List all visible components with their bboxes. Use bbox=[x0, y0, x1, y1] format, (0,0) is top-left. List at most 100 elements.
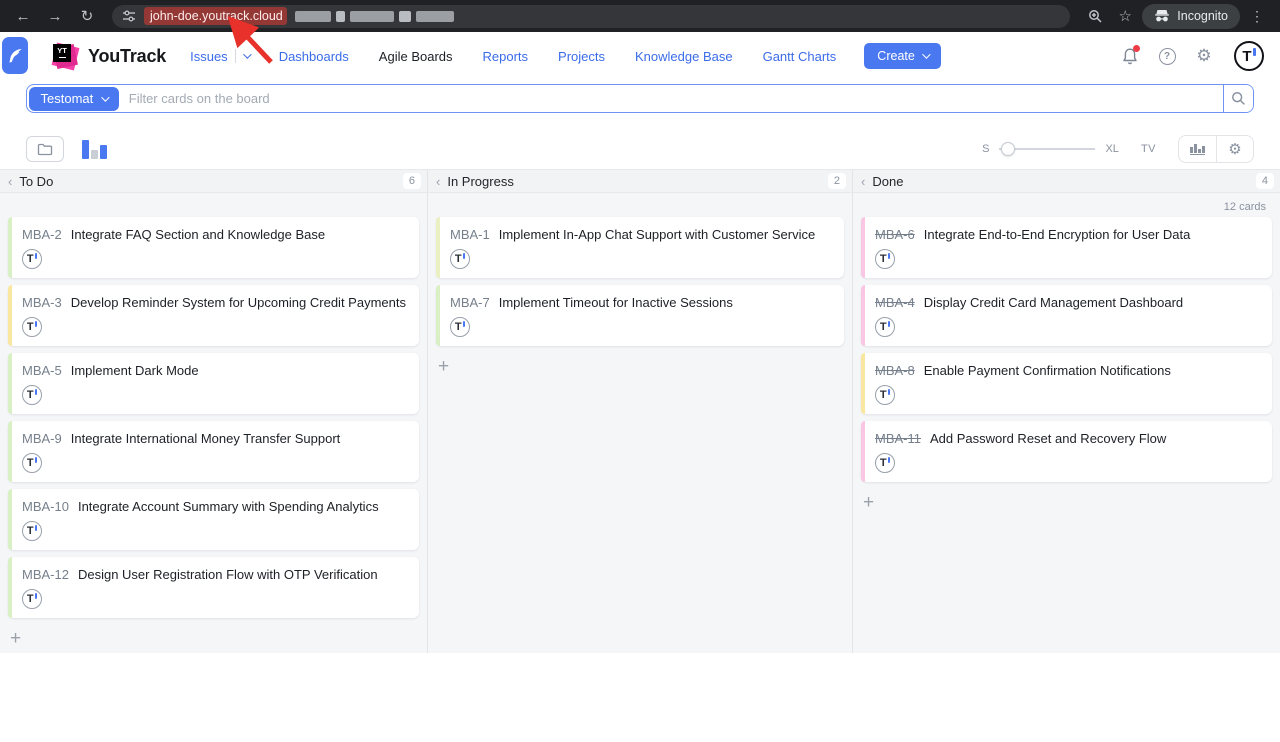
incognito-icon bbox=[1154, 9, 1170, 23]
avatar-accent bbox=[35, 253, 37, 259]
issue-card[interactable]: MBA-12Design User Registration Flow with… bbox=[8, 557, 419, 618]
assignee-avatar: T bbox=[875, 453, 895, 473]
nav-knowledge-base[interactable]: Knowledge Base bbox=[635, 49, 733, 64]
extension-sidebar-button[interactable] bbox=[2, 37, 28, 74]
issue-card[interactable]: MBA-4Display Credit Card Management Dash… bbox=[861, 285, 1272, 346]
main-nav: Issues Dashboards Agile Boards Reports Proje… bbox=[190, 49, 836, 64]
column-done: MBA-6Integrate End-to-End Encryption for… bbox=[853, 193, 1280, 653]
browser-reload-button[interactable]: ↻ bbox=[74, 3, 100, 29]
card-header: MBA-11Add Password Reset and Recovery Fl… bbox=[875, 431, 1260, 446]
nav-dashboards[interactable]: Dashboards bbox=[279, 49, 349, 64]
tv-mode-button[interactable]: TV bbox=[1141, 143, 1156, 155]
card-size-max-label: XL bbox=[1105, 143, 1118, 155]
youtrack-logo[interactable]: YT bbox=[52, 43, 79, 70]
issue-card[interactable]: MBA-7 Implement Timeout for Inactive Sess… bbox=[436, 285, 844, 346]
avatar-accent bbox=[888, 321, 890, 327]
card-size-slider[interactable] bbox=[999, 142, 1095, 156]
folder-icon bbox=[37, 143, 53, 156]
card-size-min-label: S bbox=[982, 143, 989, 155]
bookmark-star-icon[interactable]: ☆ bbox=[1112, 3, 1138, 29]
issue-card[interactable]: MBA-11Add Password Reset and Recovery Fl… bbox=[861, 421, 1272, 482]
url-text[interactable]: john-doe.youtrack.cloud bbox=[144, 7, 287, 25]
nav-reports[interactable]: Reports bbox=[483, 49, 529, 64]
browser-forward-button[interactable]: → bbox=[42, 3, 68, 29]
notifications-bell-icon[interactable] bbox=[1119, 45, 1141, 67]
column-header-done: ‹ Done 4 bbox=[853, 170, 1280, 192]
card-header: MBA-6Integrate End-to-End Encryption for… bbox=[875, 227, 1260, 242]
issue-card[interactable]: MBA-10Integrate Account Summary with Spe… bbox=[8, 489, 419, 550]
filter-cards-input[interactable] bbox=[121, 85, 1223, 112]
assignee-avatar: T bbox=[22, 317, 42, 337]
card-id: MBA-10 bbox=[22, 499, 69, 514]
card-id: MBA-9 bbox=[22, 431, 62, 446]
card-title: Implement In-App Chat Support with Custo… bbox=[499, 227, 815, 242]
chart-button[interactable] bbox=[1179, 136, 1216, 162]
nav-projects[interactable]: Projects bbox=[558, 49, 605, 64]
card-header: MBA-2Integrate FAQ Section and Knowledge… bbox=[22, 227, 407, 242]
add-card-button[interactable]: + bbox=[8, 625, 28, 652]
board-view-buttons: ⚙ bbox=[1178, 135, 1254, 163]
assignee-avatar: T bbox=[22, 589, 42, 609]
collapse-column-icon[interactable]: ‹ bbox=[861, 174, 865, 189]
browser-back-button[interactable]: ← bbox=[10, 3, 36, 29]
collapse-column-icon[interactable]: ‹ bbox=[8, 174, 12, 189]
chevron-down-icon[interactable] bbox=[243, 50, 251, 58]
site-info-icon[interactable] bbox=[122, 9, 136, 23]
card-header: MBA-10Integrate Account Summary with Spe… bbox=[22, 499, 407, 514]
assignee-avatar: T bbox=[450, 317, 470, 337]
issue-card[interactable]: MBA-8Enable Payment Confirmation Notific… bbox=[861, 353, 1272, 414]
user-avatar[interactable]: T bbox=[1234, 41, 1264, 71]
column-header-to-do: ‹To Do6 bbox=[0, 170, 428, 192]
nav-label: Agile Boards bbox=[379, 49, 453, 64]
card-id: MBA-4 bbox=[875, 295, 915, 310]
column-title: Done bbox=[872, 174, 903, 189]
backlog-folder-button[interactable] bbox=[26, 136, 64, 162]
card-id: MBA-12 bbox=[22, 567, 69, 582]
url-redacted bbox=[295, 11, 454, 22]
nav-issues[interactable]: Issues bbox=[190, 49, 249, 64]
board-settings-button[interactable]: ⚙ bbox=[1216, 136, 1253, 162]
nav-gantt-charts[interactable]: Gantt Charts bbox=[763, 49, 837, 64]
browser-bar: ← → ↻ john-doe.youtrack.cloud ☆ bbox=[0, 0, 1280, 32]
assignee-avatar: T bbox=[22, 521, 42, 541]
help-icon[interactable]: ? bbox=[1156, 45, 1178, 67]
card-title: Integrate FAQ Section and Knowledge Base bbox=[71, 227, 325, 242]
nav-label: Dashboards bbox=[279, 49, 349, 64]
card-header: MBA-9Integrate International Money Trans… bbox=[22, 431, 407, 446]
issue-card[interactable]: MBA-6Integrate End-to-End Encryption for… bbox=[861, 217, 1272, 278]
slider-knob[interactable] bbox=[1001, 142, 1015, 156]
card-header: MBA-12Design User Registration Flow with… bbox=[22, 567, 407, 582]
zoom-icon[interactable] bbox=[1082, 3, 1108, 29]
address-bar[interactable]: john-doe.youtrack.cloud bbox=[112, 5, 1070, 28]
card-title: Implement Timeout for Inactive Sessions bbox=[499, 295, 733, 310]
issue-card[interactable]: MBA-1Implement In-App Chat Support with … bbox=[436, 217, 844, 278]
issue-card[interactable]: MBA-3Develop Reminder System for Upcomin… bbox=[8, 285, 419, 346]
card-title: Develop Reminder System for Upcoming Cre… bbox=[71, 295, 406, 310]
board-selector-button[interactable]: Testomat bbox=[29, 87, 120, 111]
bar-icon bbox=[100, 145, 107, 159]
column-count-badge: 4 bbox=[1256, 173, 1274, 189]
assignee-avatar: T bbox=[875, 317, 895, 337]
gear-icon: ⚙ bbox=[1228, 140, 1241, 158]
search-button[interactable] bbox=[1223, 85, 1253, 112]
nav-agile-boards[interactable]: Agile Boards bbox=[379, 49, 453, 64]
column-header-in-progress: ‹In Progress2 bbox=[428, 170, 853, 192]
card-id: MBA-7 bbox=[450, 295, 490, 310]
create-button[interactable]: Create bbox=[864, 43, 941, 69]
column-count-badge: 6 bbox=[403, 173, 421, 189]
column-title: In Progress bbox=[447, 174, 513, 189]
create-button-label: Create bbox=[877, 49, 915, 63]
chart-view-toggle[interactable] bbox=[82, 139, 107, 159]
card-id: MBA-5 bbox=[22, 363, 62, 378]
issue-card[interactable]: MBA-9Integrate International Money Trans… bbox=[8, 421, 419, 482]
issue-card[interactable]: MBA-5Implement Dark ModeT bbox=[8, 353, 419, 414]
avatar-accent bbox=[35, 321, 37, 327]
incognito-label: Incognito bbox=[1177, 9, 1228, 23]
issue-card[interactable]: MBA-2Integrate FAQ Section and Knowledge… bbox=[8, 217, 419, 278]
add-card-button[interactable]: + bbox=[436, 353, 456, 380]
add-card-button[interactable]: + bbox=[861, 489, 881, 516]
settings-gear-icon[interactable]: ⚙ bbox=[1193, 45, 1215, 67]
browser-menu-icon[interactable]: ⋮ bbox=[1244, 3, 1270, 29]
column-to-do: MBA-2Integrate FAQ Section and Knowledge… bbox=[0, 193, 428, 653]
collapse-column-icon[interactable]: ‹ bbox=[436, 174, 440, 189]
